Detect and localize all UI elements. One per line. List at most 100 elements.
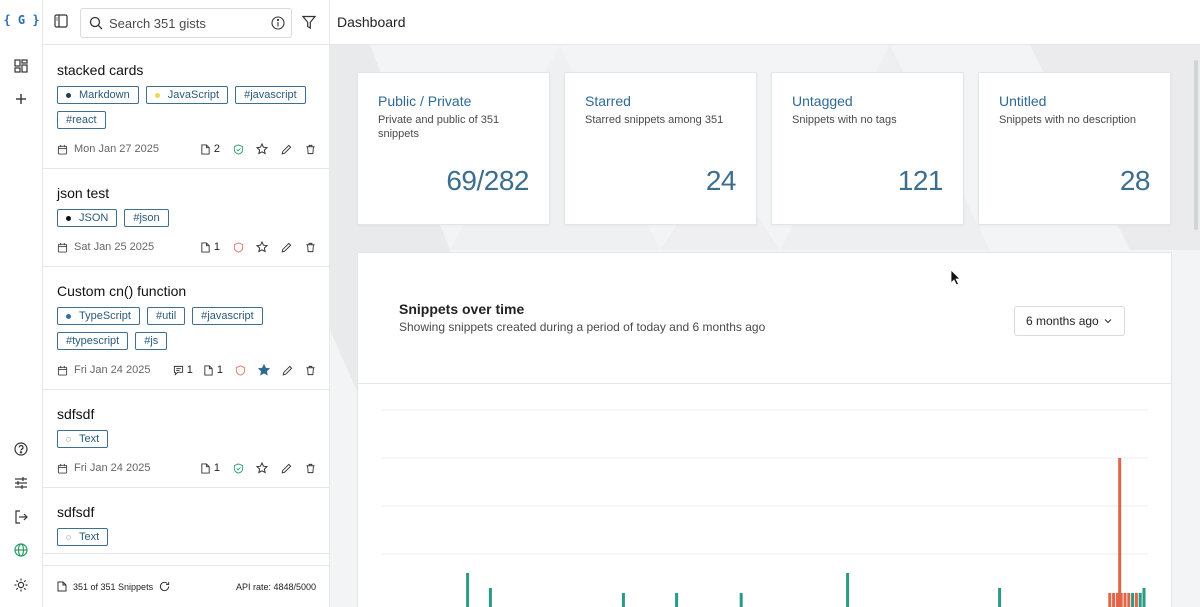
chart-bar[interactable] xyxy=(466,573,470,607)
mouse-cursor-icon xyxy=(950,269,961,286)
hashtag-tag[interactable]: #react xyxy=(57,111,106,129)
language-dot xyxy=(66,313,71,319)
snippet-title[interactable]: stacked cards xyxy=(57,60,316,80)
tag-label: Text xyxy=(79,531,100,543)
snippet-title[interactable]: sdfsdf xyxy=(57,502,316,522)
shield-icon xyxy=(235,364,246,376)
hashtag-tag[interactable]: #js xyxy=(135,332,168,350)
star-button[interactable] xyxy=(256,241,268,253)
logout-icon[interactable] xyxy=(11,507,31,527)
language-tag[interactable]: JavaScript xyxy=(145,86,229,104)
star-button[interactable] xyxy=(258,364,270,376)
snippets-chart-card: Snippets over time Showing snippets crea… xyxy=(357,252,1172,607)
tag-label: Markdown xyxy=(79,89,130,101)
stat-card-untitled: Untitled Snippets with no description 28 xyxy=(978,72,1171,225)
hashtag-tag[interactable]: #typescript xyxy=(57,332,129,350)
file-icon xyxy=(204,364,213,376)
snippet-tags: JSON #json xyxy=(57,209,316,234)
hashtag-tag[interactable]: #javascript xyxy=(192,307,263,325)
help-icon[interactable] xyxy=(11,439,31,459)
chart-bar[interactable] xyxy=(998,588,1002,607)
snippet-sidebar: stacked cards Markdown JavaScript #javascri… xyxy=(43,0,330,607)
chart-bar[interactable] xyxy=(1123,593,1127,607)
chart-bar[interactable] xyxy=(1131,593,1135,607)
language-tag[interactable]: JSON xyxy=(57,209,118,227)
chart-header: Snippets over time Showing snippets crea… xyxy=(358,253,1171,384)
panel-toggle-icon[interactable] xyxy=(54,13,72,31)
info-icon[interactable] xyxy=(271,16,285,30)
snippet-date-label: Mon Jan 27 2025 xyxy=(74,143,160,155)
plus-icon[interactable] xyxy=(11,89,31,109)
chart-bar[interactable] xyxy=(1118,458,1122,607)
snippet-title[interactable]: sdfsdf xyxy=(57,404,316,424)
chart-bar[interactable] xyxy=(739,593,743,607)
chart-bar[interactable] xyxy=(675,593,679,607)
sliders-icon[interactable] xyxy=(11,473,31,493)
snippet-date: Sat Jan 25 2025 xyxy=(57,241,177,253)
snippet-card[interactable]: sdfsdf Text xyxy=(43,488,329,554)
comment-count-label: 1 xyxy=(186,364,193,376)
refresh-icon[interactable] xyxy=(159,581,170,592)
chart-bar[interactable] xyxy=(1142,588,1146,607)
file-icon xyxy=(57,581,67,592)
snippet-card[interactable]: sdfsdf Text Fri Jan 24 2025 1 xyxy=(43,390,329,488)
chart-bar[interactable] xyxy=(1112,593,1116,607)
snippet-title[interactable]: json test xyxy=(57,183,316,203)
snippet-tags: Text xyxy=(57,430,316,455)
pencil-icon xyxy=(282,365,293,375)
language-tag[interactable]: Text xyxy=(57,528,109,546)
pencil-icon xyxy=(281,463,291,473)
hashtag-tag[interactable]: #javascript xyxy=(235,86,306,104)
stat-title: Starred xyxy=(585,93,631,109)
search-box[interactable] xyxy=(80,8,292,38)
comment-icon xyxy=(173,365,183,376)
chart-bar[interactable] xyxy=(846,573,850,607)
shield-check-icon xyxy=(233,143,243,155)
stat-desc: Snippets with no tags xyxy=(792,114,897,126)
chart-bar[interactable] xyxy=(1108,593,1112,607)
snippet-card[interactable]: json test JSON #json Sat Jan 25 2025 1 xyxy=(43,169,329,267)
language-tag[interactable]: Markdown xyxy=(57,86,139,104)
delete-button[interactable] xyxy=(305,364,316,376)
snippet-title[interactable]: Custom cn() function xyxy=(57,281,316,301)
stat-value: 28 xyxy=(1119,165,1151,196)
delete-button[interactable] xyxy=(304,241,316,253)
hashtag-tag[interactable]: #json xyxy=(124,209,169,227)
language-dot xyxy=(154,92,160,98)
snippet-meta: Mon Jan 27 2025 2 xyxy=(57,138,316,160)
edit-button[interactable] xyxy=(280,462,292,474)
snippet-card[interactable]: Custom cn() function TypeScript #util #java… xyxy=(43,267,329,390)
snippet-date-label: Sat Jan 25 2025 xyxy=(74,241,155,253)
search-input[interactable] xyxy=(109,15,259,31)
tag-label: #typescript xyxy=(66,335,120,347)
chart-bar[interactable] xyxy=(1138,593,1142,607)
chart-bar[interactable] xyxy=(488,588,492,607)
snippet-card[interactable]: stacked cards Markdown JavaScript #javascri… xyxy=(43,46,329,169)
tag-label: Text xyxy=(79,433,100,445)
range-select[interactable]: 6 months ago xyxy=(1014,306,1125,336)
globe-icon[interactable] xyxy=(11,540,31,560)
sun-icon[interactable] xyxy=(11,575,31,595)
delete-button[interactable] xyxy=(304,462,316,474)
hashtag-tag[interactable]: #util xyxy=(146,307,186,325)
chart-bar[interactable] xyxy=(1134,593,1138,607)
visibility-indicator xyxy=(232,462,244,474)
main-area: Dashboard Public / Private Private and p… xyxy=(330,0,1200,607)
language-dot xyxy=(66,534,71,540)
edit-button[interactable] xyxy=(280,143,292,155)
filter-icon[interactable] xyxy=(301,14,318,30)
delete-button[interactable] xyxy=(304,143,316,155)
app-logo[interactable]: { G } xyxy=(0,13,43,27)
scrollbar[interactable] xyxy=(1194,60,1198,230)
language-tag[interactable]: Text xyxy=(57,430,109,448)
star-button[interactable] xyxy=(256,143,268,155)
chart-bar[interactable] xyxy=(1127,593,1131,607)
dashboard-icon[interactable] xyxy=(11,56,31,76)
language-tag[interactable]: TypeScript xyxy=(57,307,140,325)
file-count: 1 xyxy=(203,364,223,376)
chart-bar[interactable] xyxy=(621,593,625,607)
edit-button[interactable] xyxy=(280,241,292,253)
star-button[interactable] xyxy=(256,462,268,474)
snippet-tags: Markdown JavaScript #javascript #react xyxy=(57,86,316,136)
edit-button[interactable] xyxy=(282,364,293,376)
